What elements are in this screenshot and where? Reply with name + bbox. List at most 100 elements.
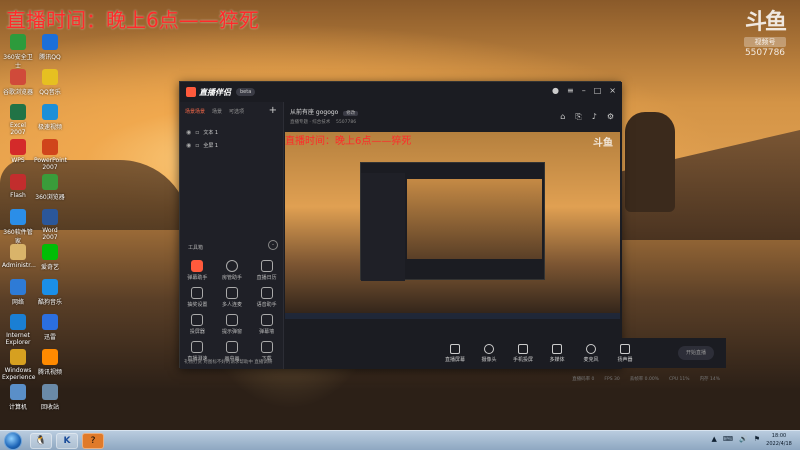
desktop-icon-label: 360浏览器 — [35, 194, 65, 201]
source-item[interactable]: ◉ ▫ 文本 1 — [180, 126, 283, 139]
desktop-icon[interactable]: 360安全卫士 — [2, 34, 34, 70]
status-item: 内存 14% — [699, 377, 720, 382]
app-titlebar[interactable]: 直播伴侣 beta ● ≡ – □ × — [180, 82, 622, 102]
taskbar-clock[interactable]: 18:00 2022/4/18 — [762, 432, 796, 448]
app-icon — [42, 349, 58, 365]
desktop-icon[interactable]: Word 2007 — [34, 209, 66, 241]
toolbox-item[interactable]: 抽奖设置 — [180, 287, 215, 308]
live-tool-button[interactable]: 多媒体 — [545, 343, 569, 363]
menu-icon[interactable]: ≡ — [567, 86, 574, 95]
desktop-icon[interactable]: 腾讯视频 — [34, 349, 66, 376]
add-scene-icon[interactable]: + — [269, 105, 277, 116]
maximize-icon[interactable]: □ — [594, 86, 602, 95]
start-button[interactable] — [4, 432, 22, 450]
taskbar-app-k-icon[interactable]: K — [56, 433, 78, 449]
toolbox-item[interactable]: 弹幕墙 — [249, 314, 284, 335]
minimize-icon[interactable]: – — [582, 86, 586, 95]
room-title: 从前有座 gogogo — [290, 109, 339, 116]
tool-icon — [225, 341, 238, 353]
desktop-icon[interactable]: Excel 2007 — [2, 104, 34, 136]
live-preview[interactable]: 直播时间：晚上6点——猝死 斗鱼 — [285, 132, 620, 319]
stream-overlay-title: 直播时间：晚上6点——猝死 — [6, 8, 259, 32]
app-icon — [42, 314, 58, 330]
settings-icon[interactable]: ⚙ — [607, 112, 614, 122]
tab-scene-1[interactable]: 场景 — [212, 108, 222, 115]
tab-scene-0[interactable]: 场景场景 — [185, 108, 205, 115]
taskbar-app-stream-icon[interactable]: ? — [82, 433, 104, 449]
desktop-icon[interactable]: PowerPoint 2007 — [34, 139, 67, 171]
toolbox-item[interactable]: 多人连麦 — [215, 287, 250, 308]
desktop-icon[interactable]: 360浏览器 — [34, 174, 66, 201]
live-tool-button[interactable]: 麦克风 — [579, 343, 603, 363]
toolbox-item[interactable]: 提示弹窗 — [215, 314, 250, 335]
desktop-icon[interactable]: Flash — [2, 174, 34, 199]
eye-icon[interactable]: ◉ — [186, 129, 191, 136]
desktop-icon[interactable]: 网络 — [2, 279, 34, 306]
app-icon — [10, 209, 26, 225]
tray-icon[interactable]: 🔊 — [739, 435, 748, 443]
lock-icon[interactable]: ▫ — [195, 129, 199, 136]
desktop-icon[interactable]: 极速视频 — [34, 104, 66, 131]
avatar-icon[interactable]: ● — [552, 86, 559, 95]
live-tool-label: 多媒体 — [549, 356, 565, 363]
tab-scene-2[interactable]: 可选项 — [229, 108, 244, 115]
live-tool-button[interactable]: 扬声器 — [613, 343, 637, 363]
bell-icon[interactable]: ♪ — [592, 112, 597, 122]
lock-icon[interactable]: ▫ — [195, 142, 199, 149]
start-live-button[interactable]: 开始直播 — [678, 346, 714, 360]
app-icon — [42, 384, 58, 400]
tool-icon — [191, 314, 204, 326]
tray-icon[interactable]: ⌨ — [723, 435, 733, 443]
desktop-icon[interactable]: 谷歌浏览器 — [2, 69, 34, 96]
live-tool-button[interactable]: 摄像头 — [477, 343, 501, 363]
room-controls: ⌂ ⎘ ♪ ⚙ — [560, 112, 614, 122]
preview-canvas: 直播时间：晚上6点——猝死 斗鱼 — [285, 132, 620, 319]
room-edit-badge[interactable]: 修改 — [343, 111, 359, 116]
desktop-icon[interactable]: WPS — [2, 139, 34, 164]
desktop-icon-label: WPS — [11, 157, 25, 164]
live-tool-button[interactable]: 直播屏幕 — [443, 343, 467, 363]
toolbox-item[interactable]: 语音助手 — [249, 287, 284, 308]
eye-icon[interactable]: ◉ — [186, 142, 191, 149]
desktop-icon[interactable]: Internet Explorer — [2, 314, 34, 346]
desktop-icon[interactable]: 爱奇艺 — [34, 244, 66, 271]
desktop-icon[interactable]: QQ音乐 — [34, 69, 66, 96]
toolbox-item[interactable]: 房管助手 — [215, 260, 250, 281]
desktop-icon[interactable]: 酷狗音乐 — [34, 279, 66, 306]
clock-time: 18:00 — [771, 433, 787, 439]
desktop-icon[interactable]: 360软件管家 — [2, 209, 34, 245]
room-title-row: 从前有座 gogogo 修改 — [290, 107, 359, 116]
panel-footer-text: 礼物打赏 对图标不好的请求帮助中 直播调研 — [184, 360, 273, 365]
toolbox-toggle-icon[interactable]: – — [268, 240, 278, 250]
desktop-icon[interactable]: 腾讯QQ — [34, 34, 66, 61]
toolbox-item[interactable]: 弹幕助手 — [180, 260, 215, 281]
tray-icon[interactable]: ▲ — [712, 435, 717, 443]
desktop-icon-label: Word 2007 — [42, 227, 58, 241]
preview-nested-toolbar — [407, 263, 542, 275]
live-tool-label: 手机投屏 — [512, 356, 533, 363]
desktop-icon[interactable]: 计算机 — [2, 384, 34, 411]
gift-icon[interactable]: ⌂ — [560, 112, 565, 122]
douyu-room-number: 5507786 — [744, 48, 786, 58]
live-tool-button[interactable]: 手机投屏 — [511, 343, 535, 363]
desktop-icon[interactable]: 回收站 — [34, 384, 66, 411]
toolbox-item[interactable]: 投屏器 — [180, 314, 215, 335]
toolbox-item-label: 投屏器 — [189, 329, 205, 335]
toolbox-title: 工具箱 — [188, 245, 204, 251]
app-icon — [10, 104, 26, 120]
clock-date: 2022/4/18 — [766, 441, 792, 447]
tool-icon — [191, 341, 204, 353]
desktop-icon[interactable]: 迅雷 — [34, 314, 66, 341]
taskbar-app-qq-icon[interactable]: 🐧 — [30, 433, 52, 449]
share-icon[interactable]: ⎘ — [575, 112, 581, 122]
app-icon — [10, 174, 26, 190]
tray-icon[interactable]: ⚑ — [754, 435, 760, 443]
close-icon[interactable]: × — [609, 86, 616, 95]
source-item-label: 文本 1 — [203, 130, 219, 136]
app-icon — [42, 34, 58, 50]
source-item[interactable]: ◉ ▫ 全屏 1 — [180, 139, 283, 152]
app-icon — [42, 279, 58, 295]
desktop-icon[interactable]: Administr... — [2, 244, 36, 269]
desktop-icon[interactable]: Windows Experience — [2, 349, 35, 381]
toolbox-item[interactable]: 直播日历 — [249, 260, 284, 281]
